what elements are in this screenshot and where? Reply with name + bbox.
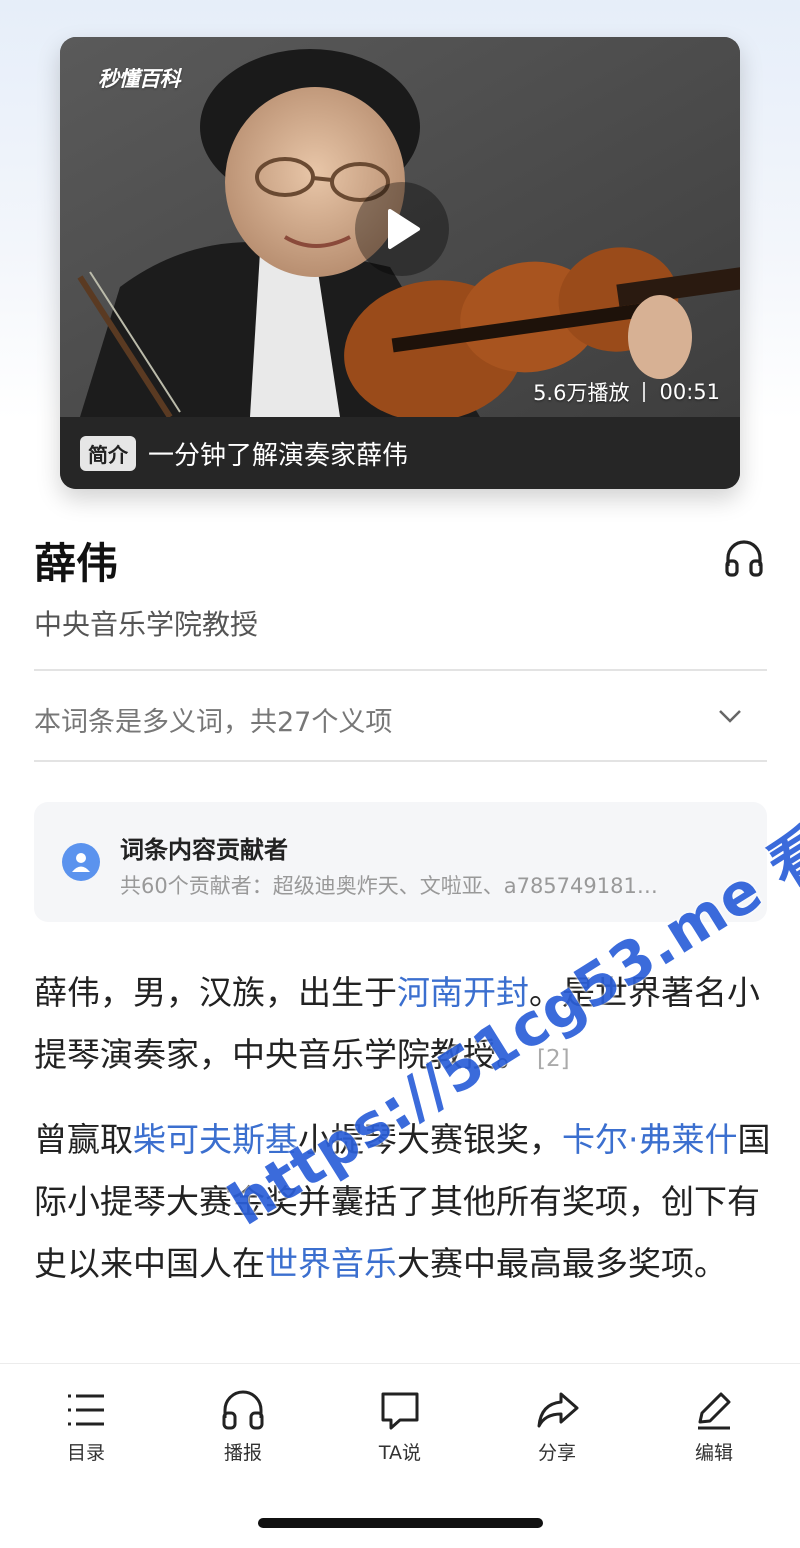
user-avatar-icon bbox=[62, 843, 100, 881]
play-count: 5.6万播放 bbox=[533, 381, 630, 405]
chevron-down-icon[interactable] bbox=[716, 704, 744, 728]
home-indicator[interactable] bbox=[258, 1518, 543, 1528]
nav-edit[interactable]: 编辑 bbox=[664, 1386, 764, 1465]
link-carl-flesch[interactable]: 卡尔·弗莱什 bbox=[562, 1120, 738, 1159]
page-title: 薛伟 bbox=[34, 539, 119, 588]
headphones-icon bbox=[222, 1390, 264, 1430]
contributors-title: 词条内容贡献者 bbox=[120, 836, 288, 864]
nav-label: TA说 bbox=[378, 1442, 422, 1464]
chat-bubble-icon bbox=[381, 1392, 419, 1430]
nav-label: 目录 bbox=[66, 1442, 105, 1464]
play-icon bbox=[388, 209, 420, 249]
video-caption-bar[interactable]: 简介 一分钟了解演奏家薛伟 bbox=[60, 417, 740, 489]
video-source-logo: 秒懂百科 bbox=[98, 67, 181, 91]
video-card[interactable]: 秒懂百科 5.6万播放 00:51 简介 一分钟了解演奏家薛伟 bbox=[60, 37, 740, 489]
video-caption: 一分钟了解演奏家薛伟 bbox=[148, 440, 409, 471]
play-button[interactable] bbox=[355, 182, 449, 276]
paragraph-text: 曾赢取 bbox=[34, 1120, 133, 1159]
nav-label: 分享 bbox=[537, 1442, 576, 1464]
nav-broadcast[interactable]: 播报 bbox=[193, 1386, 293, 1465]
divider bbox=[34, 760, 767, 762]
nav-ta-says[interactable]: TA说 bbox=[350, 1386, 450, 1465]
pencil-edit-icon bbox=[698, 1392, 731, 1430]
intro-badge: 简介 bbox=[80, 435, 136, 471]
menu-list-icon bbox=[68, 1394, 104, 1426]
nav-toc[interactable]: 目录 bbox=[36, 1386, 136, 1465]
paragraph-text: 大赛中最高最多奖项。 bbox=[397, 1244, 727, 1283]
share-arrow-icon bbox=[537, 1392, 579, 1428]
nav-label: 播报 bbox=[223, 1442, 262, 1464]
video-stats: 5.6万播放 00:51 bbox=[533, 377, 720, 407]
link-world-music[interactable]: 世界音乐 bbox=[265, 1244, 397, 1283]
divider bbox=[34, 669, 767, 671]
nav-share[interactable]: 分享 bbox=[507, 1386, 607, 1465]
paragraph-text: 薛伟，男，汉族，出生于 bbox=[34, 973, 397, 1012]
stats-separator bbox=[643, 382, 646, 402]
nav-label: 编辑 bbox=[694, 1442, 733, 1464]
polysemy-row[interactable]: 本词条是多义词，共27个义项 bbox=[34, 700, 392, 739]
entry-subtitle: 中央音乐学院教授 bbox=[34, 608, 259, 641]
video-duration: 00:51 bbox=[659, 380, 720, 404]
headphones-icon[interactable] bbox=[722, 536, 766, 580]
